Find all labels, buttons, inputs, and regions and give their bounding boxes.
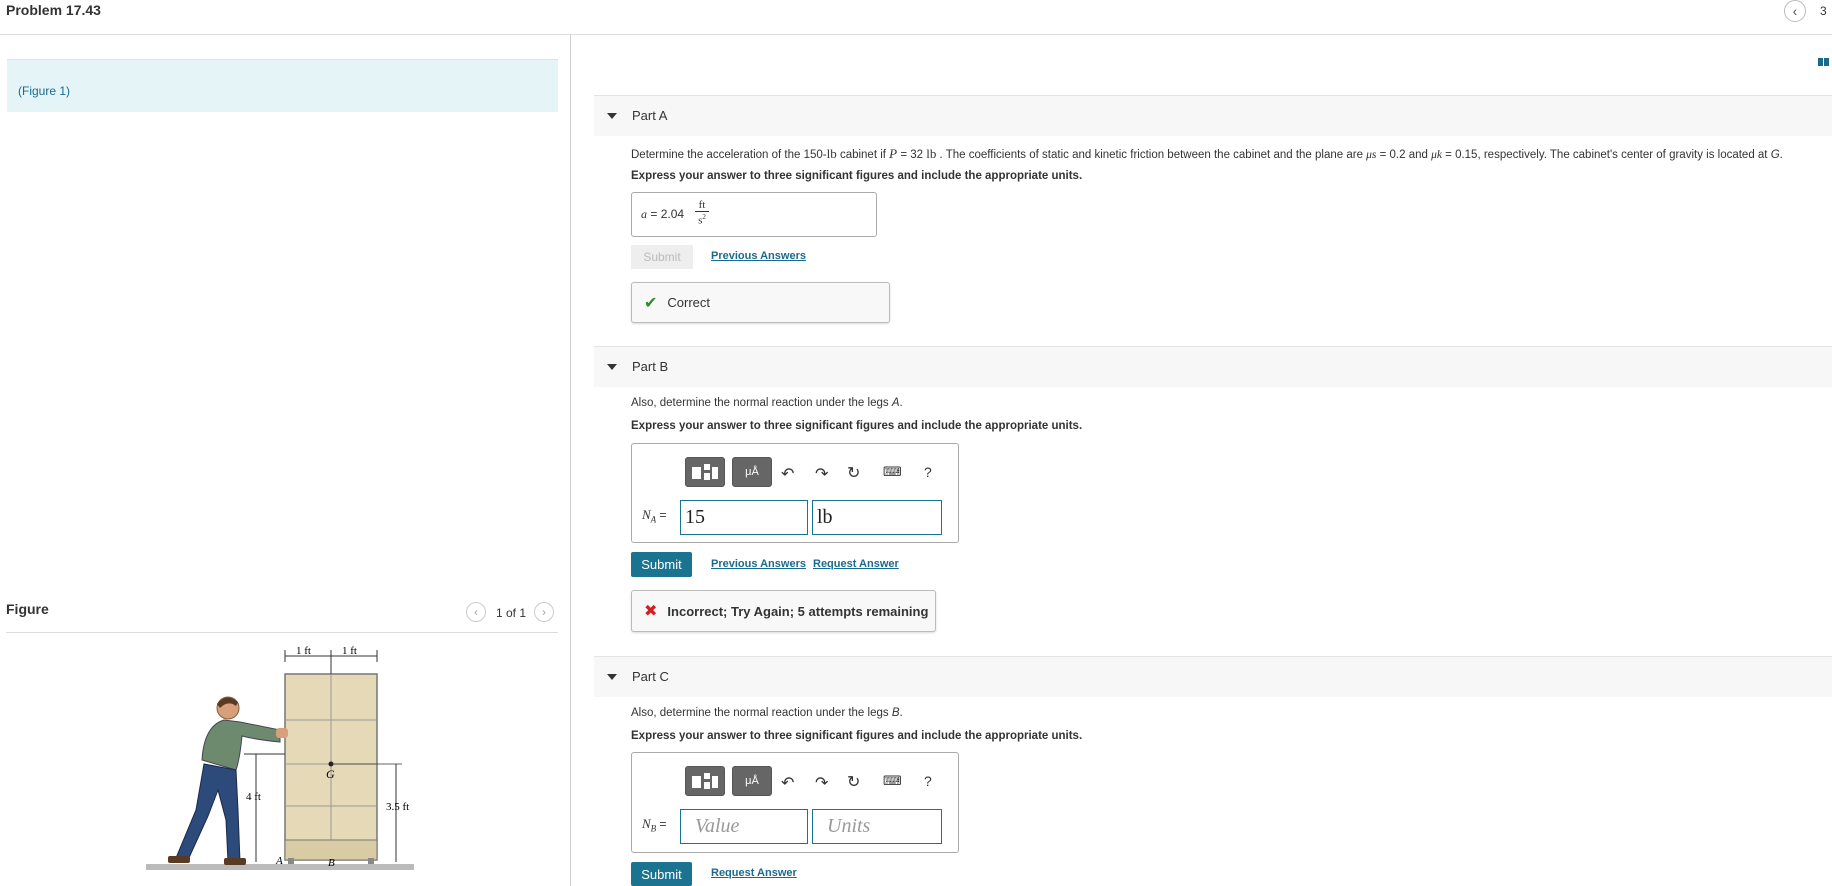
- templates-button[interactable]: [685, 766, 725, 796]
- reset-icon[interactable]: ↻: [847, 772, 860, 792]
- part-b-answer-box: μÅ ↶ ↷ ↻ ⌨ ? NA = 15 lb: [631, 443, 959, 543]
- reset-icon[interactable]: ↻: [847, 463, 860, 483]
- part-a-answer: a = 2.04: [641, 207, 685, 221]
- part-a-title: Part A: [632, 108, 668, 123]
- checkmark-icon: ✔: [644, 294, 658, 312]
- leg-a: [288, 858, 294, 864]
- person-shoe-left: [168, 856, 190, 863]
- templates-icon: [692, 773, 718, 789]
- person-shoe-right: [224, 858, 246, 865]
- dim-label-left: 1 ft: [296, 645, 311, 657]
- part-a-previous-answers-link[interactable]: Previous Answers: [711, 250, 806, 262]
- next-figure-button[interactable]: ›: [534, 602, 554, 622]
- part-c-question: Also, determine the normal reaction unde…: [631, 707, 903, 719]
- undo-icon[interactable]: ↶: [781, 464, 794, 484]
- part-a-unit: ft s2: [695, 200, 709, 227]
- part-b-request-answer-link[interactable]: Request Answer: [813, 558, 899, 570]
- g-label: G: [326, 767, 335, 781]
- part-b-submit-button[interactable]: Submit: [631, 552, 692, 577]
- dim-label-right: 1 ft: [342, 645, 357, 657]
- part-c-submit-button[interactable]: Submit: [631, 862, 692, 886]
- part-a-answer-box: a = 2.04 ft s2: [631, 192, 877, 237]
- symbols-button[interactable]: μÅ: [732, 766, 772, 796]
- part-a-question: Determine the acceleration of the 150-lb…: [631, 146, 1783, 161]
- undo-icon[interactable]: ↶: [781, 773, 794, 793]
- templates-icon: [692, 464, 718, 480]
- chevron-right-icon: ›: [542, 605, 546, 619]
- part-c-instruction: Express your answer to three significant…: [631, 730, 1083, 742]
- part-b-previous-answers-link[interactable]: Previous Answers: [711, 558, 806, 570]
- part-b-units-input[interactable]: lb: [812, 500, 942, 535]
- part-b-feedback: ✖ Incorrect; Try Again; 5 attempts remai…: [631, 590, 936, 632]
- part-b-question: Also, determine the normal reaction unde…: [631, 397, 903, 409]
- page-number: 3: [1820, 4, 1827, 18]
- person: [168, 696, 288, 865]
- redo-icon[interactable]: ↷: [815, 773, 828, 793]
- p-height-label: 4 ft: [246, 791, 261, 803]
- part-c-answer-box: μÅ ↶ ↷ ↻ ⌨ ? NB = Value Units: [631, 752, 959, 853]
- part-b-title: Part B: [632, 359, 669, 374]
- collapse-caret-icon: [607, 113, 617, 119]
- chevron-left-icon: ‹: [474, 605, 478, 619]
- label-b: B: [328, 857, 335, 869]
- part-c-title: Part C: [632, 669, 669, 684]
- leg-b: [368, 858, 374, 864]
- back-nav-button[interactable]: ‹: [1784, 0, 1806, 22]
- keyboard-icon[interactable]: ⌨: [883, 773, 902, 789]
- label-a: A: [275, 855, 283, 867]
- part-a-submit-button: Submit: [631, 245, 693, 269]
- figure-link[interactable]: (Figure 1): [18, 84, 70, 98]
- pane-divider[interactable]: [570, 35, 571, 886]
- cg-height-label: 3.5 ft: [386, 801, 409, 813]
- part-b-value-input[interactable]: 15: [680, 500, 808, 535]
- header-divider: [0, 34, 1832, 35]
- part-c-header[interactable]: Part C: [594, 656, 1832, 697]
- help-button[interactable]: ?: [924, 773, 932, 789]
- redo-icon[interactable]: ↷: [815, 464, 828, 484]
- bookmark-icon[interactable]: [1818, 55, 1830, 66]
- x-mark-icon: ✖: [644, 603, 658, 620]
- part-a-instruction: Express your answer to three significant…: [631, 170, 1083, 182]
- figure-heading: Figure: [6, 601, 49, 617]
- part-a-feedback-text: Correct: [667, 295, 711, 310]
- collapse-caret-icon: [607, 364, 617, 370]
- figure-divider: [6, 632, 558, 633]
- part-b-label: NA =: [642, 507, 667, 525]
- collapse-caret-icon: [607, 674, 617, 680]
- symbols-button[interactable]: μÅ: [732, 457, 772, 487]
- part-b-header[interactable]: Part B: [594, 346, 1832, 387]
- help-button[interactable]: ?: [924, 464, 932, 480]
- person-hands: [276, 728, 288, 738]
- person-legs: [175, 763, 241, 863]
- part-b-feedback-text: Incorrect; Try Again; 5 attempts remaini…: [667, 603, 929, 619]
- part-c-label: NB =: [642, 816, 667, 834]
- keyboard-icon[interactable]: ⌨: [883, 464, 902, 480]
- figure-link-bar: [7, 59, 558, 112]
- part-c-value-input[interactable]: Value: [680, 809, 808, 844]
- person-torso: [201, 719, 281, 771]
- part-a-feedback: ✔ Correct: [631, 282, 890, 323]
- part-b-instruction: Express your answer to three significant…: [631, 420, 1083, 432]
- chevron-left-icon: ‹: [1792, 3, 1798, 19]
- part-a-header[interactable]: Part A: [594, 95, 1832, 136]
- part-c-request-answer-link[interactable]: Request Answer: [711, 867, 797, 879]
- prev-figure-button[interactable]: ‹: [466, 602, 486, 622]
- problem-title: Problem 17.43: [6, 2, 101, 18]
- templates-button[interactable]: [685, 457, 725, 487]
- part-c-units-input[interactable]: Units: [812, 809, 942, 844]
- cabinet-figure: 1 ft 1 ft G 3.5 ft 4 ft P A B: [146, 645, 414, 870]
- figure-count: 1 of 1: [496, 606, 527, 620]
